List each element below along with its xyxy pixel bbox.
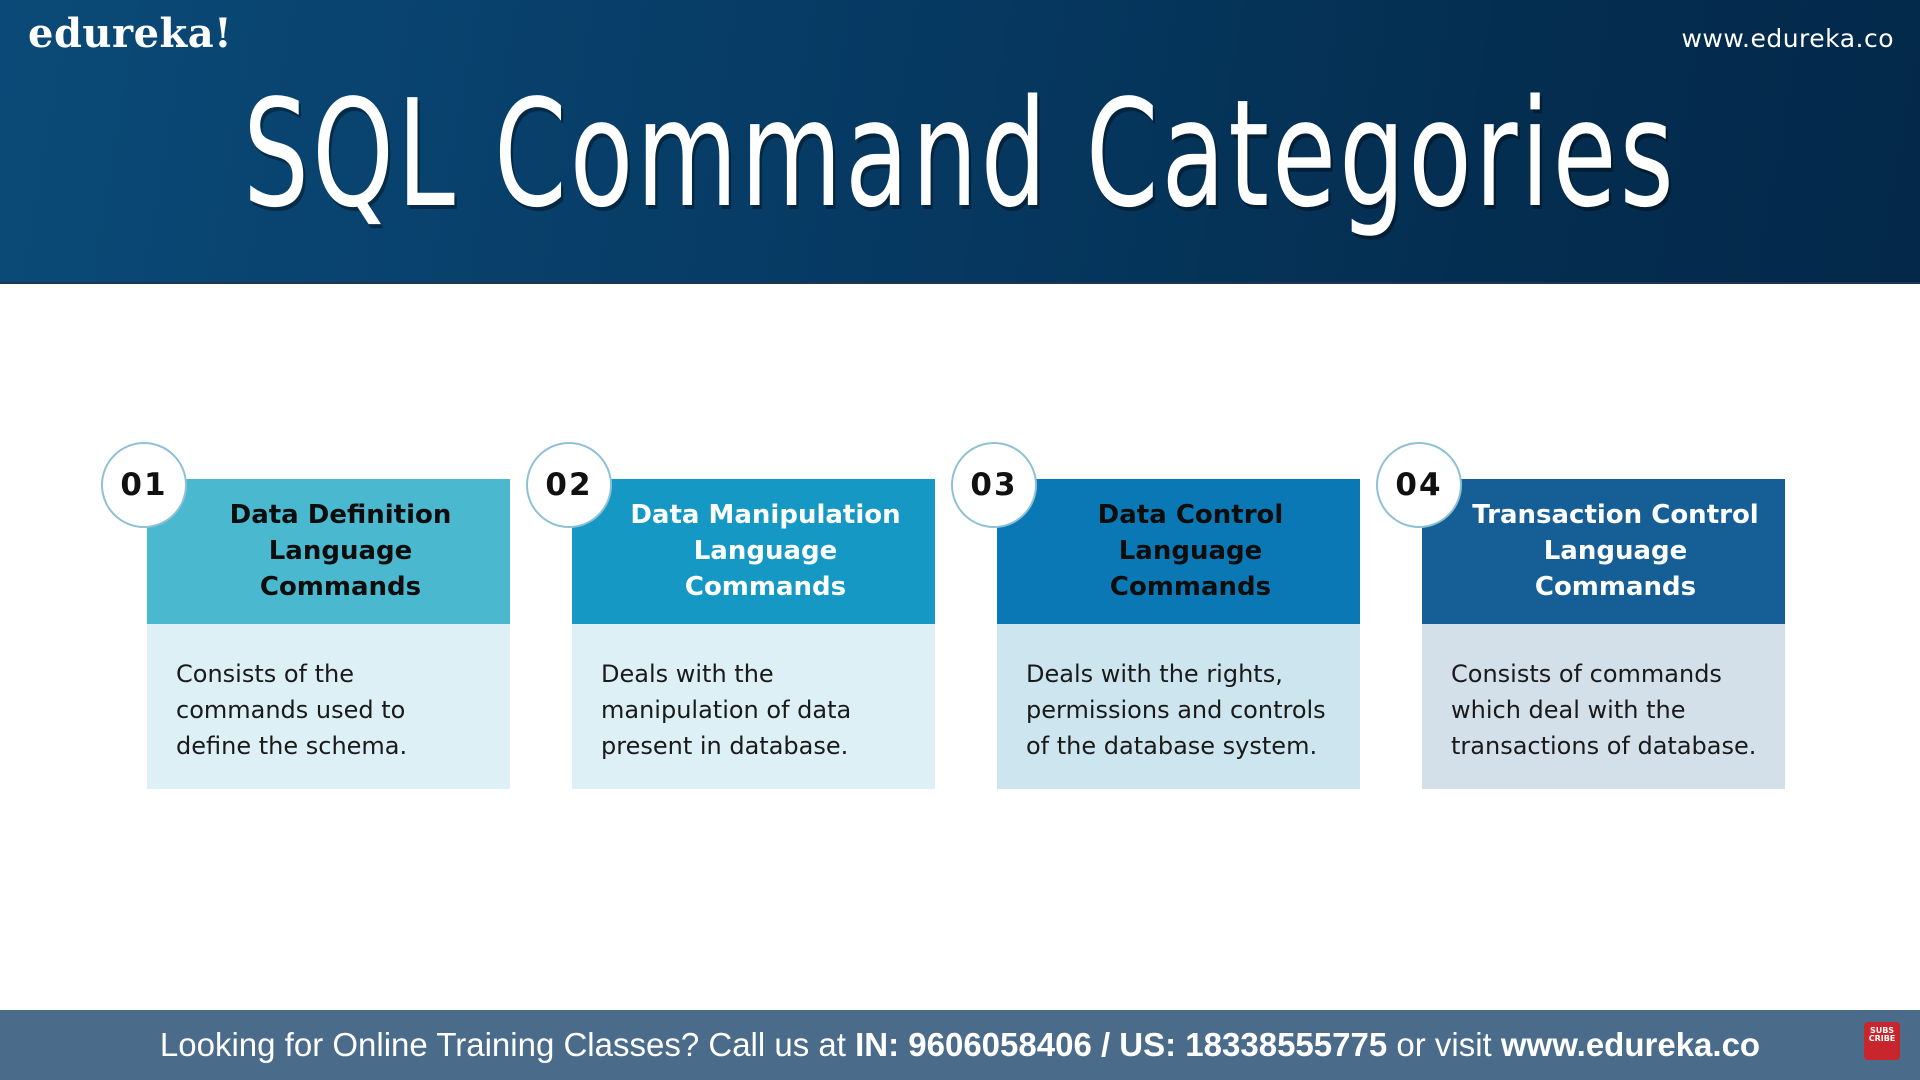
card-title: Data Control Language Commands xyxy=(1097,499,1284,602)
page-title: SQL Command Categories xyxy=(243,68,1677,240)
card-title: Data Definition Language Commands xyxy=(229,499,452,602)
card-description-box: Deals with the rights, permissions and c… xyxy=(997,624,1360,789)
card-description-box: Consists of commands which deal with the… xyxy=(1422,624,1785,789)
footer-prefix: Looking for Online Training Classes? Cal… xyxy=(159,1026,856,1063)
number-badge: 03 xyxy=(951,442,1037,528)
card-dcl: Data Control Language Commands Deals wit… xyxy=(951,442,1360,789)
card-title-box: Data Control Language Commands xyxy=(997,479,1360,624)
card-tcl: Transaction Control Language Commands Co… xyxy=(1376,442,1785,789)
card-dml: Data Manipulation Language Commands Deal… xyxy=(526,442,935,789)
card-title-box: Data Definition Language Commands xyxy=(147,479,510,624)
site-url[interactable]: www.edureka.co xyxy=(1681,24,1894,53)
footer-phones: IN: 9606058406 / US: 18338555775 xyxy=(855,1026,1388,1063)
number-badge: 04 xyxy=(1376,442,1462,528)
card-title: Data Manipulation Language Commands xyxy=(630,499,901,602)
number-badge: 02 xyxy=(526,442,612,528)
card-title: Transaction Control Language Commands xyxy=(1472,499,1759,602)
card-description: Consists of commands which deal with the… xyxy=(1451,660,1757,760)
card-description: Consists of the commands used to define … xyxy=(176,660,408,760)
card-description-box: Deals with the manipulation of data pres… xyxy=(572,624,935,789)
header-banner: edureka! www.edureka.co SQL Command Cate… xyxy=(0,0,1920,284)
footer-url[interactable]: www.edureka.co xyxy=(1501,1026,1760,1063)
number-badge: 01 xyxy=(101,442,187,528)
card-description-box: Consists of the commands used to define … xyxy=(147,624,510,789)
footer-text: Looking for Online Training Classes? Cal… xyxy=(0,1010,1920,1080)
card-description: Deals with the manipulation of data pres… xyxy=(601,660,852,760)
card-ddl: Data Definition Language Commands Consis… xyxy=(101,442,510,789)
card-title-box: Data Manipulation Language Commands xyxy=(572,479,935,624)
card-title-box: Transaction Control Language Commands xyxy=(1422,479,1785,624)
card-description: Deals with the rights, permissions and c… xyxy=(1026,660,1326,760)
footer-middle: or visit xyxy=(1387,1026,1501,1063)
footer-banner: Looking for Online Training Classes? Cal… xyxy=(0,1010,1920,1080)
edureka-logo[interactable]: edureka! xyxy=(28,10,232,57)
subscribe-icon[interactable]: SUBS CRIBE xyxy=(1864,1022,1900,1060)
